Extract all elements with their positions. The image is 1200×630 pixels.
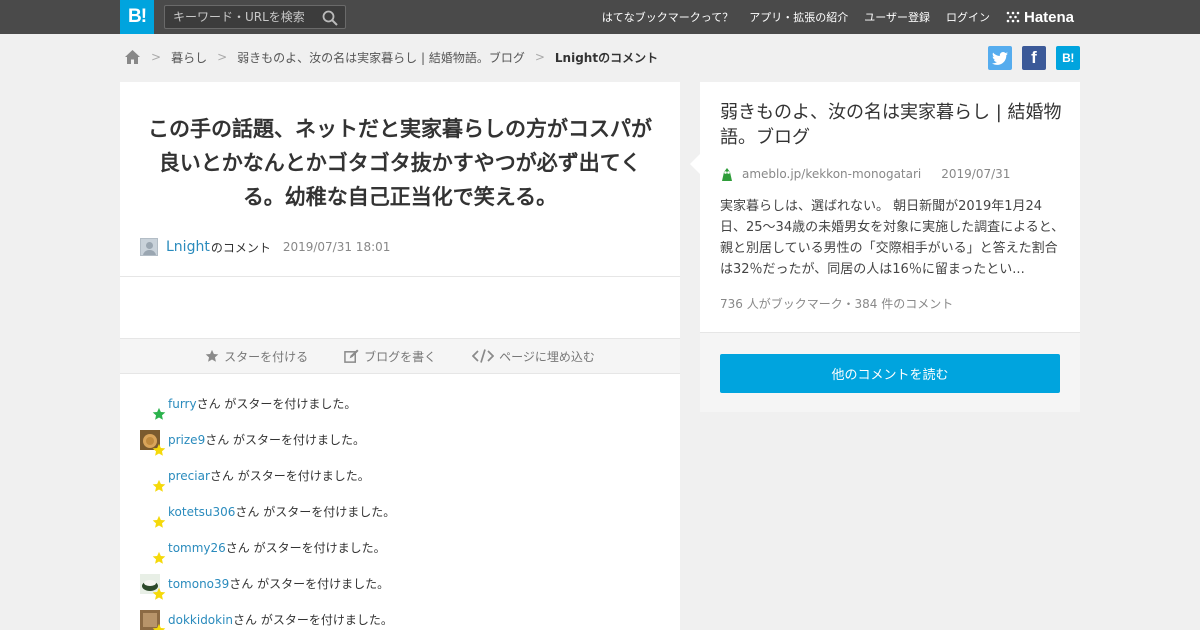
star-list-item: furryさん がスターを付けました。 <box>140 392 660 428</box>
star-user-link[interactable]: prize9 <box>168 433 205 447</box>
embed-page-button[interactable]: ページに埋め込む <box>472 348 595 365</box>
top-nav: はてなブックマークって？ アプリ・拡張の紹介 ユーザー登録 ログイン <box>586 0 990 34</box>
star-suffix: さん がスターを付けました。 <box>205 433 366 447</box>
search-input[interactable] <box>173 8 318 26</box>
star-suffix: さん がスターを付けました。 <box>233 613 393 627</box>
code-icon <box>472 349 495 363</box>
star-list: furryさん がスターを付けました。 prize9さん がスターを付けました。… <box>140 392 660 630</box>
twitter-share-button[interactable] <box>988 46 1012 70</box>
nav-register[interactable]: ユーザー登録 <box>864 9 930 25</box>
chevron-right-icon: > <box>534 50 545 64</box>
chevron-right-icon: > <box>151 50 162 64</box>
entry-domain-link[interactable]: ameblo.jp/kekkon-monogatari <box>742 167 921 181</box>
add-star-button[interactable]: スターを付ける <box>205 348 308 365</box>
yellow-star-icon[interactable] <box>152 515 166 529</box>
star-list-item: kotetsu306さん がスターを付けました。 <box>140 500 660 536</box>
star-list-item: dokkidokinさん がスターを付けました。 <box>140 608 660 630</box>
star-user-link[interactable]: furry <box>168 397 197 411</box>
star-user-link[interactable]: tommy26 <box>168 541 226 555</box>
divider <box>120 276 680 277</box>
comment-text: この手の話題、ネットだと実家暮らしの方がコスパが良いとかなんとかゴタゴタ抜かすや… <box>148 117 652 209</box>
entry-summary-text: 実家暮らしは、選ばれない。 朝日新聞が2019年1月24日、25～34歳の未婚男… <box>720 199 1065 277</box>
embed-page-label: ページに埋め込む <box>499 349 595 364</box>
entry-card: 弱きものよ、汝の名は実家暮らし | 結婚物語。ブログ ameblo.jp/kek… <box>690 82 1080 412</box>
star-list-item: tommy26さん がスターを付けました。 <box>140 536 660 572</box>
nav-apps[interactable]: アプリ・拡張の紹介 <box>749 9 848 25</box>
nav-about[interactable]: はてなブックマークって？ <box>602 9 733 25</box>
write-blog-button[interactable]: ブログを書く <box>344 348 436 365</box>
chevron-right-icon: > <box>217 50 228 64</box>
avatar[interactable] <box>140 238 158 256</box>
star-user-link[interactable]: dokkidokin <box>168 613 233 627</box>
top-bar: B! はてなブックマークって？ アプリ・拡張の紹介 ユーザー登録 ログイン Ha… <box>0 0 1200 34</box>
entry-meta: ameblo.jp/kekkon-monogatari 2019/07/31 <box>720 164 1010 184</box>
breadcrumb-current: Lnightのコメント <box>554 50 659 65</box>
write-blog-label: ブログを書く <box>364 349 437 364</box>
hatena-brand-text: Hatena <box>1024 8 1075 26</box>
hatena-bookmark-share-button[interactable]: B! <box>1056 46 1080 70</box>
comment-user-link[interactable]: Lnight <box>166 239 210 255</box>
bookmark-counts[interactable]: 736 人がブックマーク・384 件のコメント <box>720 295 953 312</box>
read-other-comments-button[interactable]: 他のコメントを読む <box>720 354 1060 393</box>
star-suffix: さん がスターを付けました。 <box>229 577 390 591</box>
nav-login[interactable]: ログイン <box>946 9 990 25</box>
star-user-link[interactable]: kotetsu306 <box>168 505 235 519</box>
breadcrumb-entry[interactable]: 弱きものよ、汝の名は実家暮らし | 結婚物語。ブログ <box>237 49 525 66</box>
green-star-icon[interactable] <box>152 407 166 421</box>
hatena-bookmark-logo[interactable]: B! <box>120 0 154 34</box>
breadcrumb-category[interactable]: 暮らし <box>171 49 207 66</box>
home-icon[interactable] <box>124 49 141 65</box>
facebook-share-button[interactable]: f <box>1022 46 1046 70</box>
yellow-star-icon[interactable] <box>152 623 166 630</box>
star-user-link[interactable]: tomono39 <box>168 577 229 591</box>
star-icon <box>205 349 219 362</box>
twitter-bird-icon <box>992 51 1008 65</box>
yellow-star-icon[interactable] <box>152 587 166 601</box>
action-bar: スターを付ける ブログを書く ページに埋め込む <box>120 338 680 374</box>
entry-title-link[interactable]: 弱きものよ、汝の名は実家暮らし | 結婚物語。ブログ <box>720 100 1065 150</box>
star-list-item: tomono39さん がスターを付けました。 <box>140 572 660 608</box>
breadcrumb: > 暮らし > 弱きものよ、汝の名は実家暮らし | 結婚物語。ブログ > Lni… <box>124 46 658 68</box>
star-suffix: さん がスターを付けました。 <box>196 397 357 411</box>
add-star-label: スターを付ける <box>224 349 309 364</box>
yellow-star-icon[interactable] <box>152 443 166 457</box>
comment-meta: Lnight のコメント 2019/07/31 18:01 <box>140 237 390 257</box>
entry-footer: 他のコメントを読む <box>700 332 1080 412</box>
hatena-dots-icon <box>1006 11 1020 23</box>
star-suffix: さん がスターを付けました。 <box>209 469 370 483</box>
star-suffix: さん がスターを付けました。 <box>225 541 386 555</box>
star-suffix: さん がスターを付けました。 <box>235 505 396 519</box>
entry-date: 2019/07/31 <box>941 167 1011 181</box>
star-list-item: prize9さん がスターを付けました。 <box>140 428 660 464</box>
search-box[interactable] <box>164 5 346 29</box>
star-list-item: preciarさん がスターを付けました。 <box>140 464 660 500</box>
comment-card: この手の話題、ネットだと実家暮らしの方がコスパが良いとかなんとかゴタゴタ抜かすや… <box>120 82 680 630</box>
ameba-favicon-icon <box>722 168 732 181</box>
entry-summary: 実家暮らしは、選ばれない。 朝日新聞が2019年1月24日、25～34歳の未婚男… <box>720 196 1065 280</box>
comment-date[interactable]: 2019/07/31 18:01 <box>283 240 391 254</box>
hatena-brand[interactable]: Hatena <box>1006 0 1074 34</box>
yellow-star-icon[interactable] <box>152 479 166 493</box>
edit-icon <box>344 348 359 363</box>
search-icon[interactable] <box>322 10 338 26</box>
star-user-link[interactable]: preciar <box>168 469 210 483</box>
yellow-star-icon[interactable] <box>152 551 166 565</box>
comment-suffix: のコメント <box>210 240 271 255</box>
